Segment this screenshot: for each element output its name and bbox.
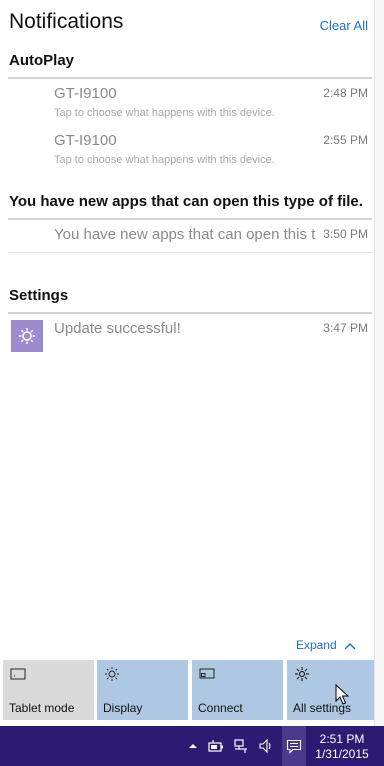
tablet-icon — [10, 668, 26, 680]
quick-action-display[interactable]: Display — [97, 660, 188, 720]
clear-all-link[interactable]: Clear All — [320, 18, 368, 33]
notification-time: 2:55 PM — [323, 133, 368, 147]
action-center-icon — [286, 739, 302, 754]
notification-title: Update successful! — [54, 320, 181, 337]
notification-title: GT-I9100 — [54, 85, 117, 102]
connect-icon — [199, 668, 215, 679]
expand-button[interactable]: Expand — [296, 638, 356, 652]
group-divider — [8, 218, 372, 220]
clock-date: 1/31/2015 — [315, 747, 369, 761]
group-divider — [8, 77, 372, 79]
mouse-cursor-icon — [335, 684, 349, 705]
notification-subtitle: Tap to choose what happens with this dev… — [54, 154, 275, 166]
gear-icon — [295, 667, 309, 681]
notification-item[interactable]: Update successful! 3:47 PM — [8, 320, 372, 354]
notification-item[interactable]: GT-I9100 Tap to choose what happens with… — [8, 85, 372, 125]
notification-title: GT-I9100 — [54, 132, 117, 149]
tile-label: Tablet mode — [9, 701, 75, 715]
panel-title: Notifications — [9, 10, 124, 33]
gear-icon — [11, 320, 43, 352]
notification-time: 3:47 PM — [323, 321, 368, 335]
notification-subtitle: Tap to choose what happens with this dev… — [54, 107, 275, 119]
quick-action-connect[interactable]: Connect — [192, 660, 283, 720]
group-divider — [8, 312, 372, 314]
chevron-up-icon[interactable] — [185, 738, 201, 754]
action-center-panel: Notifications Clear All AutoPlay GT-I910… — [0, 0, 379, 726]
item-divider — [8, 252, 372, 253]
notification-item[interactable]: You have new apps that can open this t 3… — [8, 226, 372, 252]
taskbar: 2:51 PM 1/31/2015 — [0, 726, 384, 766]
tile-label: Display — [103, 701, 143, 715]
notification-time: 3:50 PM — [323, 227, 368, 241]
power-icon[interactable] — [208, 738, 224, 754]
network-icon[interactable] — [233, 738, 249, 754]
quick-action-all-settings[interactable]: All settings — [287, 660, 379, 720]
quick-action-tablet-mode[interactable]: Tablet mode — [3, 660, 94, 720]
chevron-up-icon — [344, 642, 356, 650]
notification-title: You have new apps that can open this t — [54, 226, 316, 243]
taskbar-clock[interactable]: 2:51 PM 1/31/2015 — [310, 732, 374, 762]
expand-label: Expand — [295, 638, 337, 652]
notification-time: 2:48 PM — [323, 86, 368, 100]
action-center-button[interactable] — [282, 726, 306, 766]
volume-icon[interactable] — [258, 738, 274, 754]
brightness-icon — [105, 667, 119, 681]
group-header-new-apps[interactable]: You have new apps that can open this typ… — [9, 193, 363, 210]
tile-label: Connect — [198, 701, 243, 715]
panel-edge — [374, 0, 384, 726]
notification-item[interactable]: GT-I9100 Tap to choose what happens with… — [8, 132, 372, 172]
group-header-autoplay[interactable]: AutoPlay — [9, 52, 74, 69]
clock-time: 2:51 PM — [319, 732, 365, 746]
group-header-settings[interactable]: Settings — [9, 287, 68, 304]
